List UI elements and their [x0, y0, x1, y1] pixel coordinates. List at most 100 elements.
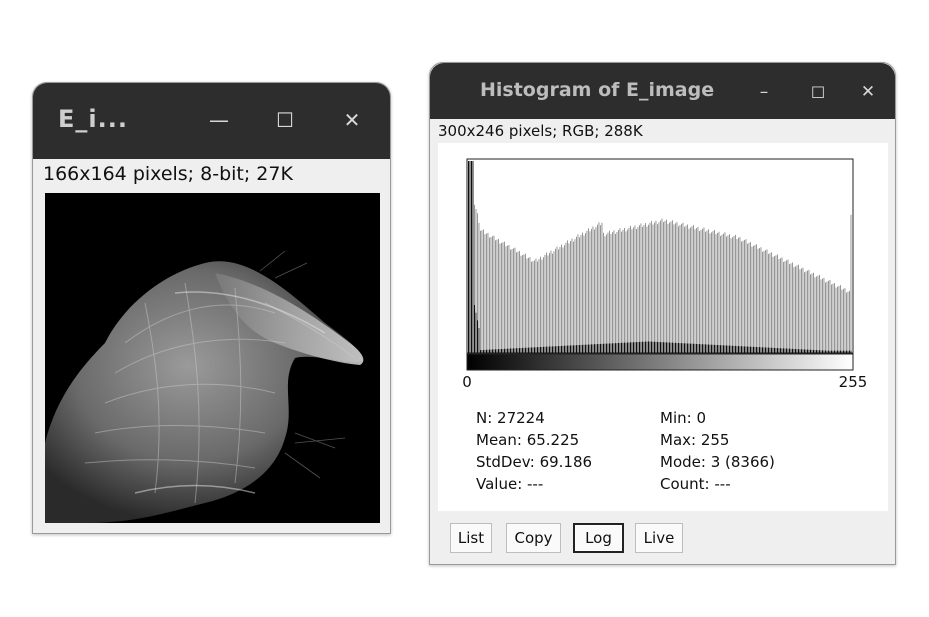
histogram-linear-bar — [556, 346, 558, 353]
histogram-linear-bar — [597, 344, 598, 353]
histogram-log-bar — [696, 228, 697, 353]
histogram-log-bar — [508, 245, 510, 353]
histogram-linear-bar — [744, 346, 745, 353]
histogram-log-bar — [655, 220, 657, 353]
histogram-log-bar — [570, 240, 571, 353]
histogram-linear-bar — [502, 348, 504, 353]
histogram-log-bar — [625, 231, 627, 353]
histogram-linear-bar — [720, 345, 721, 353]
histogram-linear-bar — [582, 344, 583, 353]
histogram-log-bar — [568, 243, 570, 353]
histogram-log-bar — [574, 239, 576, 353]
histogram-linear-bar — [540, 347, 541, 353]
histogram-linear-bar — [709, 344, 711, 353]
histogram-log-bar — [603, 232, 604, 353]
histogram-linear-bar — [615, 343, 616, 353]
histogram-linear-bar — [616, 343, 618, 353]
histogram-linear-bar — [544, 346, 546, 353]
histogram-log-bar — [708, 229, 709, 353]
histogram-linear-bar — [847, 350, 849, 353]
histogram-linear-bar — [474, 305, 475, 353]
histogram-linear-bar — [796, 349, 798, 353]
minimize-icon[interactable]: — — [205, 105, 233, 135]
histogram-log-bar — [742, 240, 744, 353]
histogram-log-bar — [789, 264, 790, 353]
histogram-linear-bar — [738, 346, 739, 353]
histogram-log-bar — [484, 234, 486, 353]
histogram-linear-bar — [546, 346, 547, 353]
histogram-window-titlebar[interactable]: Histogram of E_image – ☐ ✕ — [430, 63, 895, 119]
histogram-log-bar — [486, 233, 487, 353]
histogram-log-bar — [559, 247, 561, 353]
histogram-linear-bar — [654, 341, 655, 353]
histogram-linear-bar — [609, 343, 610, 353]
histogram-log-bar — [661, 218, 663, 353]
maximize-icon[interactable]: ☐ — [806, 79, 830, 105]
histogram-linear-bar — [538, 347, 540, 353]
histogram-log-bar — [756, 244, 757, 353]
histogram-linear-bar — [625, 342, 627, 353]
histogram-linear-bar — [696, 343, 697, 353]
histogram-log-bar — [744, 239, 745, 353]
maximize-icon[interactable]: ☐ — [271, 105, 299, 135]
histogram-log-bar — [718, 231, 720, 353]
histogram-linear-bar — [655, 341, 657, 353]
close-icon[interactable]: ✕ — [856, 79, 880, 105]
histogram-linear-bar — [498, 349, 499, 353]
histogram-linear-bar — [486, 349, 487, 353]
histogram-log-bar — [793, 267, 795, 353]
histogram-linear-bar — [724, 345, 726, 353]
histogram-log-bar — [768, 253, 769, 353]
histogram-linear-bar — [513, 348, 514, 353]
image-window-titlebar[interactable]: E_i... — ☐ ✕ — [33, 83, 390, 159]
histogram-log-bar — [499, 243, 501, 353]
histogram-linear-bar — [667, 342, 669, 353]
minimize-icon[interactable]: – — [752, 79, 776, 105]
histogram-log-bar — [535, 258, 537, 353]
histogram-linear-bar — [762, 347, 763, 353]
histogram-log-bar — [751, 246, 753, 353]
histogram-linear-bar — [793, 348, 795, 353]
histogram-log-bar — [700, 229, 702, 353]
histogram-log-bar — [817, 275, 819, 353]
histogram-linear-bar — [469, 161, 471, 353]
histogram-log-bar — [669, 222, 670, 353]
histogram-linear-bar — [729, 345, 730, 353]
histogram-log-bar — [783, 261, 784, 353]
histogram-linear-bar — [517, 348, 519, 353]
histogram-log-bar — [648, 224, 649, 353]
live-button[interactable]: Live — [635, 523, 683, 553]
histogram-linear-bar — [792, 348, 793, 353]
image-canvas[interactable] — [45, 193, 380, 523]
histogram-linear-bar — [531, 347, 532, 353]
histogram-log-bar — [606, 234, 607, 353]
copy-button[interactable]: Copy — [506, 523, 561, 553]
histogram-log-bar — [678, 226, 679, 353]
histogram-log-bar — [612, 232, 613, 353]
histogram-linear-bar — [784, 348, 786, 353]
histogram-linear-bar — [789, 348, 790, 353]
histogram-log-bar — [709, 233, 711, 353]
histogram-log-bar — [745, 239, 747, 353]
histogram-linear-bar — [592, 344, 594, 353]
histogram-linear-bar — [525, 347, 526, 353]
list-button[interactable]: List — [450, 523, 492, 553]
histogram-log-bar — [778, 259, 780, 353]
histogram-log-bar — [759, 248, 760, 353]
histogram-log-bar — [703, 227, 705, 353]
histogram-linear-bar — [742, 346, 744, 353]
close-icon[interactable]: ✕ — [338, 105, 366, 135]
histogram-linear-bar — [670, 342, 672, 353]
histogram-linear-bar — [649, 341, 651, 353]
image-info-text: 166x164 pixels; 8-bit; 27K — [43, 163, 293, 185]
histogram-log-bar — [595, 227, 597, 353]
histogram-linear-bar — [753, 346, 754, 353]
histogram-linear-bar — [547, 346, 549, 353]
log-button[interactable]: Log — [573, 523, 624, 553]
histogram-linear-bar — [726, 345, 727, 353]
histogram-log-bar — [550, 250, 552, 353]
histogram-log-bar — [510, 249, 511, 353]
histogram-log-bar — [522, 255, 523, 353]
histogram-log-bar — [672, 220, 673, 353]
histogram-log-bar — [747, 243, 748, 353]
